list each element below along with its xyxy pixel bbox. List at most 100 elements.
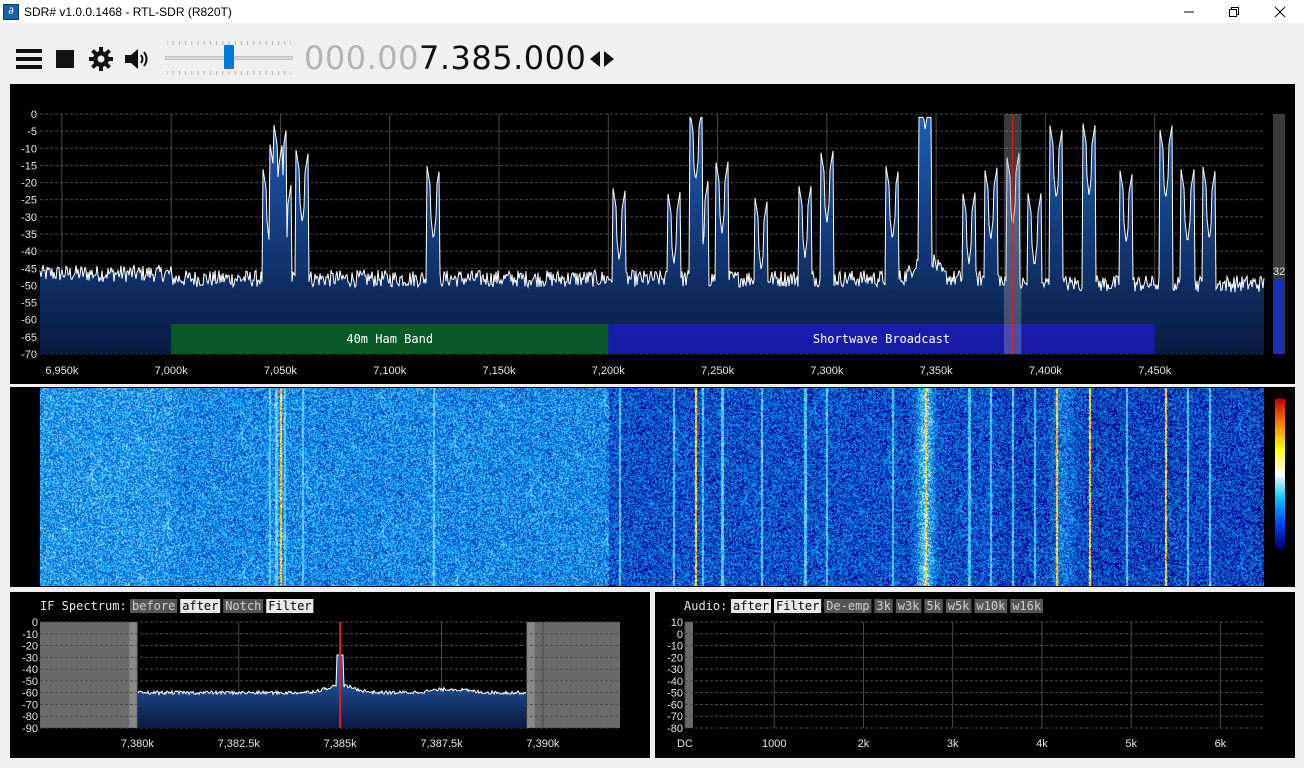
spectrum-panel[interactable]: 0 -5 -10 -15 -20 -25 -30 -35 -40 -45 -50 -55 -60 -65 -…	[10, 84, 1295, 384]
audio-panel[interactable]: Audio: after Filter De-emp 3k w3k 5k w5k w10k w16…	[655, 592, 1295, 758]
close-icon	[1274, 6, 1286, 18]
spectrum-x-tick: 7,200k	[592, 365, 626, 377]
spectrum-y-tick: -65	[21, 332, 37, 344]
audio-x-tick: 5k	[1125, 738, 1137, 750]
sdr-app-icon: ∂	[3, 3, 19, 20]
if-stopband-left	[40, 622, 138, 728]
if-y-tick: -30	[22, 652, 38, 664]
spectrum-analyzer[interactable]: 0 -5 -10 -15 -20 -25 -30 -35 -40 -45 -50 -55 -60 -65 -…	[10, 84, 1295, 384]
audio-button-label: w16k	[1012, 599, 1042, 613]
spectrum-x-tick: 7,300k	[810, 365, 844, 377]
speaker-icon[interactable]	[123, 47, 151, 71]
if-y-tick: -80	[22, 711, 38, 723]
frequency-display[interactable]: 000.007.385.000	[304, 39, 586, 77]
if-button-label: after	[182, 599, 218, 613]
spectrum-x-tick: 7,350k	[920, 365, 954, 377]
frequency-value[interactable]: 7.385.000	[419, 39, 586, 77]
if-spectrum-analyzer[interactable]: IF Spectrum: before after Notch Filter 0-10-2…	[10, 592, 650, 758]
if-button-label: Filter	[268, 599, 311, 613]
if-spectrum-panel[interactable]: IF Spectrum: before after Notch Filter 0 -10 -2…	[10, 592, 650, 758]
audio-button-label: w10k	[976, 599, 1006, 613]
gear-icon[interactable]	[88, 46, 114, 72]
if-spectrum-title: IF Spectrum:	[40, 599, 127, 613]
left-right-arrows-icon[interactable]	[589, 49, 615, 69]
audio-x-tick: 6k	[1215, 738, 1227, 750]
audio-x-tick: DC	[677, 738, 693, 750]
if-button-label: before	[132, 599, 175, 613]
spectrum-y-tick: -20	[21, 178, 37, 190]
if-y-tick: -90	[22, 723, 38, 735]
volume-slider-thumb[interactable]	[224, 45, 234, 69]
audio-y-tick: -50	[667, 688, 683, 700]
waterfall-color-scale	[1275, 399, 1285, 549]
audio-button-label: Filter	[776, 599, 819, 613]
spectrum-y-tick: -35	[21, 229, 37, 241]
audio-x-tick: 3k	[947, 738, 959, 750]
if-y-tick: -10	[22, 629, 38, 641]
band-label-shortwave: Shortwave Broadcast	[813, 332, 950, 346]
spectrum-y-tick: -15	[21, 160, 37, 172]
if-x-tick: 7,390k	[526, 738, 560, 750]
if-x-tick: 7,385k	[324, 738, 358, 750]
minimize-icon	[1184, 11, 1194, 13]
hamburger-menu-icon[interactable]	[16, 49, 42, 69]
spectrum-trace	[39, 115, 1265, 293]
audio-y-tick: -60	[667, 699, 683, 711]
audio-y-tick: -10	[667, 641, 683, 653]
if-y-tick: -60	[22, 688, 38, 700]
close-button[interactable]	[1257, 0, 1303, 23]
if-x-tick: 7,380k	[121, 738, 155, 750]
restore-button[interactable]	[1211, 0, 1257, 23]
if-filter-edge-left[interactable]	[129, 622, 138, 728]
audio-spectrum-analyzer[interactable]: Audio: after Filter De-emp 3k w3k 5k w5k w10k w16…	[655, 592, 1295, 758]
spectrum-x-tick: 7,400k	[1029, 365, 1063, 377]
if-filter-edge-right[interactable]	[526, 622, 535, 728]
audio-button-label: w5k	[948, 599, 970, 613]
spectrum-x-tick: 6,950k	[45, 365, 79, 377]
spectrum-y-tick: -60	[21, 315, 37, 327]
audio-x-tick: 4k	[1036, 738, 1048, 750]
audio-button-label: w3k	[898, 599, 920, 613]
minimize-button[interactable]	[1166, 0, 1212, 23]
audio-y-tick: -70	[667, 711, 683, 723]
audio-button-label: after	[733, 599, 769, 613]
band-label-40m: 40m Ham Band	[346, 332, 433, 346]
spectrum-x-tick: 7,100k	[373, 365, 407, 377]
waterfall-display[interactable]	[40, 388, 1264, 586]
audio-y-tick: -20	[667, 652, 683, 664]
if-stopband-right	[526, 622, 620, 728]
spectrum-y-tick: -50	[21, 280, 37, 292]
spectrum-y-tick: -25	[21, 195, 37, 207]
contrast-scale-fill	[1274, 279, 1284, 354]
spectrum-x-tick: 7,450k	[1138, 365, 1172, 377]
audio-dc-band	[685, 622, 693, 728]
audio-title: Audio:	[684, 599, 727, 613]
spectrum-y-tick: -55	[21, 298, 37, 310]
stop-icon[interactable]	[56, 50, 74, 68]
if-y-tick: -40	[22, 664, 38, 676]
spectrum-fill	[40, 117, 1264, 355]
audio-y-tick: -30	[667, 664, 683, 676]
if-x-tick: 7,382.5k	[218, 738, 261, 750]
spectrum-y-tick: -70	[21, 349, 37, 361]
frequency-prefix[interactable]: 000.00	[304, 39, 419, 77]
audio-button-label: De-emp	[826, 599, 869, 613]
title-bar: ∂ SDR# v1.0.0.1468 - RTL-SDR (R820T)	[0, 0, 1304, 23]
if-button-label: Notch	[225, 599, 261, 613]
audio-y-tick: -80	[667, 723, 683, 735]
window-title: SDR# v1.0.0.1468 - RTL-SDR (R820T)	[24, 4, 232, 19]
if-y-tick: 0	[32, 617, 38, 629]
if-y-tick: -50	[22, 676, 38, 688]
spectrum-x-tick: 7,050k	[264, 365, 298, 377]
waterfall-panel[interactable]	[10, 387, 1295, 587]
spectrum-y-tick: -5	[27, 126, 37, 138]
volume-slider[interactable]	[165, 41, 293, 75]
spectrum-y-tick: -10	[21, 143, 37, 155]
spectrum-y-tick: 0	[31, 109, 37, 121]
audio-y-tick: 0	[677, 629, 683, 641]
if-y-tick: -20	[22, 641, 38, 653]
toolbar: 000.007.385.000	[0, 23, 1304, 83]
spectrum-y-tick: -30	[21, 212, 37, 224]
spectrum-y-tick: -45	[21, 263, 37, 275]
audio-button-label: 5k	[926, 599, 941, 613]
